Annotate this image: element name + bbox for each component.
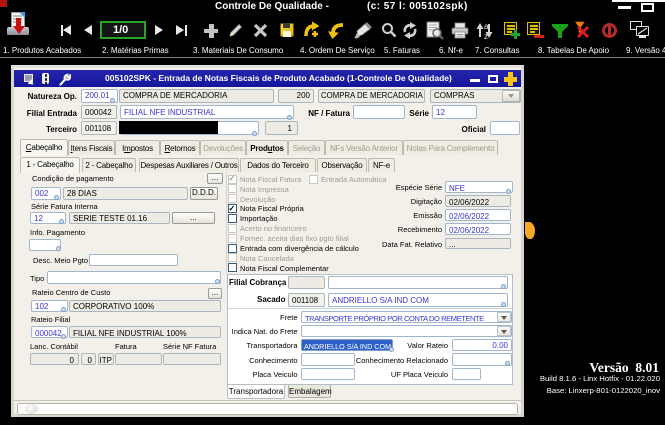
svg-text:a: a — [484, 22, 489, 31]
svg-text:z: z — [484, 32, 488, 40]
